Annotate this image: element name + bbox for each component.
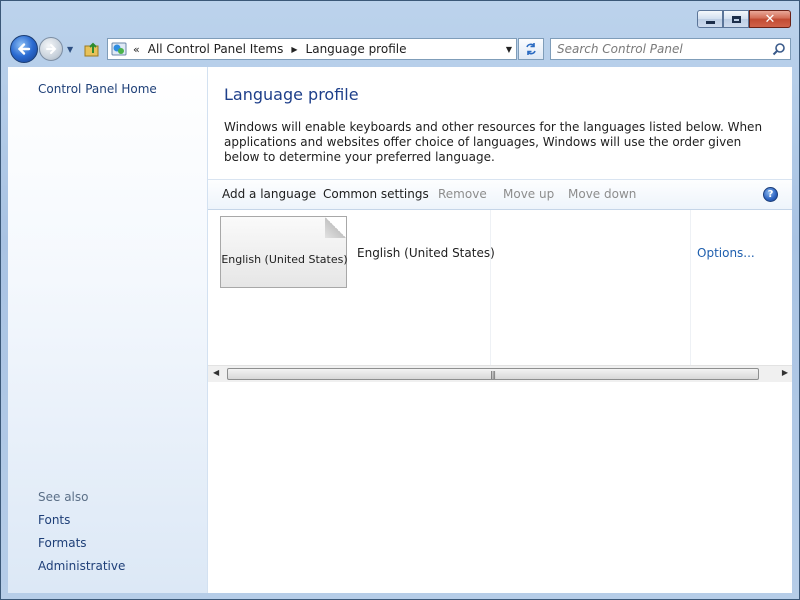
- refresh-button[interactable]: [518, 38, 544, 60]
- back-button[interactable]: [10, 35, 38, 63]
- scroll-right-icon[interactable]: ▶: [782, 368, 788, 377]
- see-also-heading: See also: [38, 490, 89, 504]
- address-dropdown-icon[interactable]: ▼: [506, 45, 512, 54]
- search-box[interactable]: [550, 38, 791, 60]
- control-panel-window: ✕ ▼ « All Control Panel Items ▶ Language…: [0, 0, 800, 600]
- refresh-icon: [526, 43, 536, 55]
- search-icon[interactable]: [772, 42, 786, 56]
- scroll-left-icon[interactable]: ◀: [213, 368, 219, 377]
- language-tile[interactable]: English (United States): [220, 216, 348, 288]
- grip-icon: |||: [490, 370, 496, 379]
- control-panel-icon: [111, 42, 127, 56]
- navigation-bar: ▼ « All Control Panel Items ▶ Language p…: [1, 33, 799, 65]
- administrative-link[interactable]: Administrative: [38, 559, 125, 573]
- forward-button[interactable]: [39, 37, 63, 61]
- breadcrumb-separator-icon[interactable]: ▶: [291, 45, 297, 54]
- minimize-icon: [705, 20, 715, 24]
- recent-pages-dropdown[interactable]: ▼: [67, 45, 73, 54]
- breadcrumb-language-profile[interactable]: Language profile: [306, 42, 407, 56]
- page-title: Language profile: [224, 85, 359, 104]
- title-bar: ✕: [1, 1, 799, 33]
- search-input[interactable]: [557, 42, 767, 56]
- page-fold-icon: [325, 217, 346, 238]
- up-folder-icon[interactable]: [84, 41, 100, 57]
- column-divider: [690, 210, 691, 365]
- main-panel: Language profile Windows will enable key…: [208, 67, 792, 593]
- add-language-button[interactable]: Add a language: [222, 187, 316, 201]
- back-arrow-icon: [17, 43, 31, 55]
- language-tile-label: English (United States): [221, 253, 348, 266]
- sidebar: Control Panel Home See also Fonts Format…: [8, 67, 208, 593]
- language-options-link[interactable]: Options...: [697, 246, 755, 260]
- command-toolbar: Add a language Common settings Remove Mo…: [208, 179, 792, 210]
- scrollbar-thumb[interactable]: |||: [227, 368, 759, 380]
- remove-button[interactable]: Remove: [438, 187, 487, 201]
- client-area: Control Panel Home See also Fonts Format…: [8, 67, 792, 593]
- close-button[interactable]: ✕: [749, 10, 791, 28]
- caption-buttons: ✕: [697, 10, 791, 28]
- breadcrumb-overflow-icon[interactable]: «: [133, 43, 140, 56]
- forward-arrow-icon: [46, 44, 57, 54]
- page-description: Windows will enable keyboards and other …: [224, 120, 763, 164]
- language-list: English (United States) English (United …: [208, 210, 792, 365]
- control-panel-home-link[interactable]: Control Panel Home: [38, 82, 157, 96]
- fonts-link[interactable]: Fonts: [38, 513, 70, 527]
- column-divider: [490, 210, 491, 365]
- maximize-button[interactable]: [723, 10, 749, 28]
- move-down-button[interactable]: Move down: [568, 187, 636, 201]
- formats-link[interactable]: Formats: [38, 536, 87, 550]
- language-name[interactable]: English (United States): [357, 246, 495, 260]
- close-icon: ✕: [764, 11, 776, 27]
- address-bar[interactable]: « All Control Panel Items ▶ Language pro…: [107, 38, 517, 60]
- common-settings-button[interactable]: Common settings: [323, 187, 429, 201]
- horizontal-scrollbar[interactable]: ◀ ||| ▶: [208, 365, 792, 382]
- help-icon[interactable]: ?: [763, 187, 778, 202]
- maximize-icon: [731, 15, 741, 23]
- minimize-button[interactable]: [697, 10, 723, 28]
- breadcrumb-all-control-panel-items[interactable]: All Control Panel Items: [148, 42, 284, 56]
- move-up-button[interactable]: Move up: [503, 187, 554, 201]
